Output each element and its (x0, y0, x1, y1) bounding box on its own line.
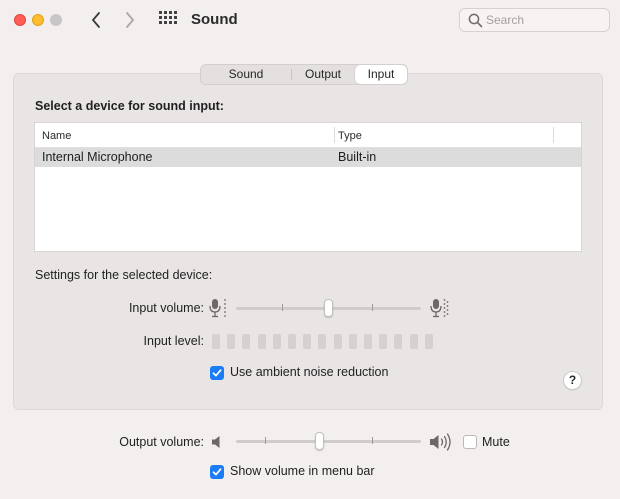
checkmark-icon (212, 369, 222, 377)
slider-tick (265, 437, 266, 444)
level-meter-cell (242, 334, 251, 349)
table-header: Name Type (35, 123, 581, 148)
input-volume-label: Input volume: (128, 301, 204, 315)
speaker-low-icon (212, 436, 220, 448)
noise-reduction-label[interactable]: Use ambient noise reduction (230, 365, 388, 379)
minimize-window-button[interactable] (32, 14, 44, 26)
table-row[interactable]: Internal Microphone Built-in (35, 148, 581, 167)
mute-label[interactable]: Mute (482, 435, 510, 449)
search-icon (468, 13, 483, 28)
level-meter-cell (333, 334, 342, 349)
chevron-left-icon (92, 12, 100, 28)
help-button[interactable]: ? (563, 371, 582, 390)
level-meter-cell (212, 334, 220, 349)
search-field[interactable] (459, 8, 610, 32)
level-meter-cell (364, 334, 372, 349)
column-header-type[interactable]: Type (338, 130, 362, 142)
device-name-cell: Internal Microphone (42, 150, 153, 164)
show-volume-menu-bar-checkbox[interactable] (210, 465, 224, 479)
level-meter-cell (257, 334, 266, 349)
level-meter-cell (303, 334, 312, 349)
column-header-name[interactable]: Name (42, 130, 71, 142)
search-input[interactable] (486, 11, 604, 29)
show-volume-menu-bar-label[interactable]: Show volume in menu bar (230, 464, 375, 478)
column-divider (553, 127, 554, 143)
noise-reduction-checkbox[interactable] (210, 366, 224, 380)
zoom-window-button[interactable] (50, 14, 62, 26)
level-meter-cell (272, 334, 281, 349)
chevron-right-icon (126, 12, 134, 28)
level-meter-cell (424, 334, 433, 349)
checkmark-icon (212, 468, 222, 476)
grid-icon (159, 11, 177, 29)
level-meter-cell (394, 334, 403, 349)
device-settings-heading: Settings for the selected device: (35, 268, 213, 282)
tab-sound-effects[interactable]: Sound Effects (201, 65, 291, 84)
device-type-cell: Built-in (338, 150, 377, 164)
microphone-low-icon (209, 299, 226, 318)
column-divider (334, 127, 335, 143)
tab-output[interactable]: Output (291, 65, 355, 84)
mute-checkbox[interactable] (463, 435, 477, 449)
input-device-table[interactable]: Name Type Internal Microphone Built-in (34, 122, 582, 252)
level-meter-cell (379, 334, 388, 349)
slider-tick (282, 304, 283, 311)
close-window-button[interactable] (14, 14, 26, 26)
level-meter-cell (227, 334, 236, 349)
show-all-button[interactable] (159, 11, 177, 29)
level-meter-cell (288, 334, 296, 349)
level-meter-cell (348, 334, 357, 349)
microphone-high-icon (430, 299, 449, 318)
input-volume-slider-thumb[interactable] (324, 299, 333, 317)
level-meter-cell (318, 334, 327, 349)
level-meter-cell (409, 334, 418, 349)
slider-tick (372, 304, 373, 311)
device-select-heading: Select a device for sound input: (35, 99, 224, 113)
back-button[interactable] (86, 10, 106, 30)
output-volume-slider[interactable] (236, 440, 421, 443)
tab-input[interactable]: Input (355, 65, 407, 84)
window-title: Sound (191, 11, 238, 28)
input-level-label: Input level: (143, 334, 204, 348)
title-bar: Sound (0, 0, 620, 42)
sound-tabs: Sound Effects Output Input (200, 64, 408, 85)
output-volume-slider-thumb[interactable] (314, 432, 324, 450)
forward-button[interactable] (120, 10, 140, 30)
speaker-high-icon (430, 433, 451, 451)
output-volume-label: Output volume: (119, 435, 204, 449)
slider-tick (372, 437, 373, 444)
